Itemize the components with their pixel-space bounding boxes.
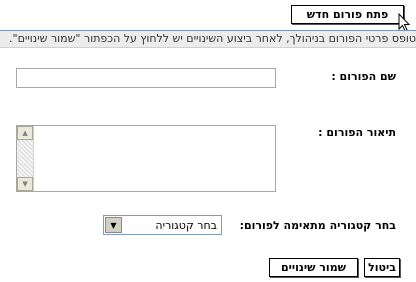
forum-description-label: תיאור הפורום : <box>318 126 396 139</box>
category-label: בחר קטגוריה מתאימה לפורום: <box>239 219 396 232</box>
open-new-forum-button[interactable]: פתח פורום חדש <box>291 5 404 24</box>
cancel-button[interactable]: ביטול <box>364 258 400 277</box>
info-bar-text: טופס פרטי הפורום בניהולך, לאחר ביצוע השי… <box>9 32 416 45</box>
info-bar: טופס פרטי הפורום בניהולך, לאחר ביצוע השי… <box>0 30 416 48</box>
textarea-scrollbar[interactable]: ▲ ▼ <box>17 126 34 191</box>
save-changes-button[interactable]: שמור שינויים <box>269 258 358 277</box>
category-select-value: בחר קטגוריה <box>155 218 217 232</box>
chevron-down-icon[interactable]: ▼ <box>105 217 122 233</box>
scroll-up-arrow-icon[interactable]: ▲ <box>17 126 33 140</box>
category-select[interactable]: בחר קטגוריה ▼ <box>103 215 222 235</box>
forum-name-input[interactable] <box>16 68 276 88</box>
forum-description-textarea[interactable] <box>16 125 276 192</box>
forum-name-label: שם הפורום : <box>331 70 396 83</box>
scroll-down-arrow-icon[interactable]: ▼ <box>17 177 33 191</box>
